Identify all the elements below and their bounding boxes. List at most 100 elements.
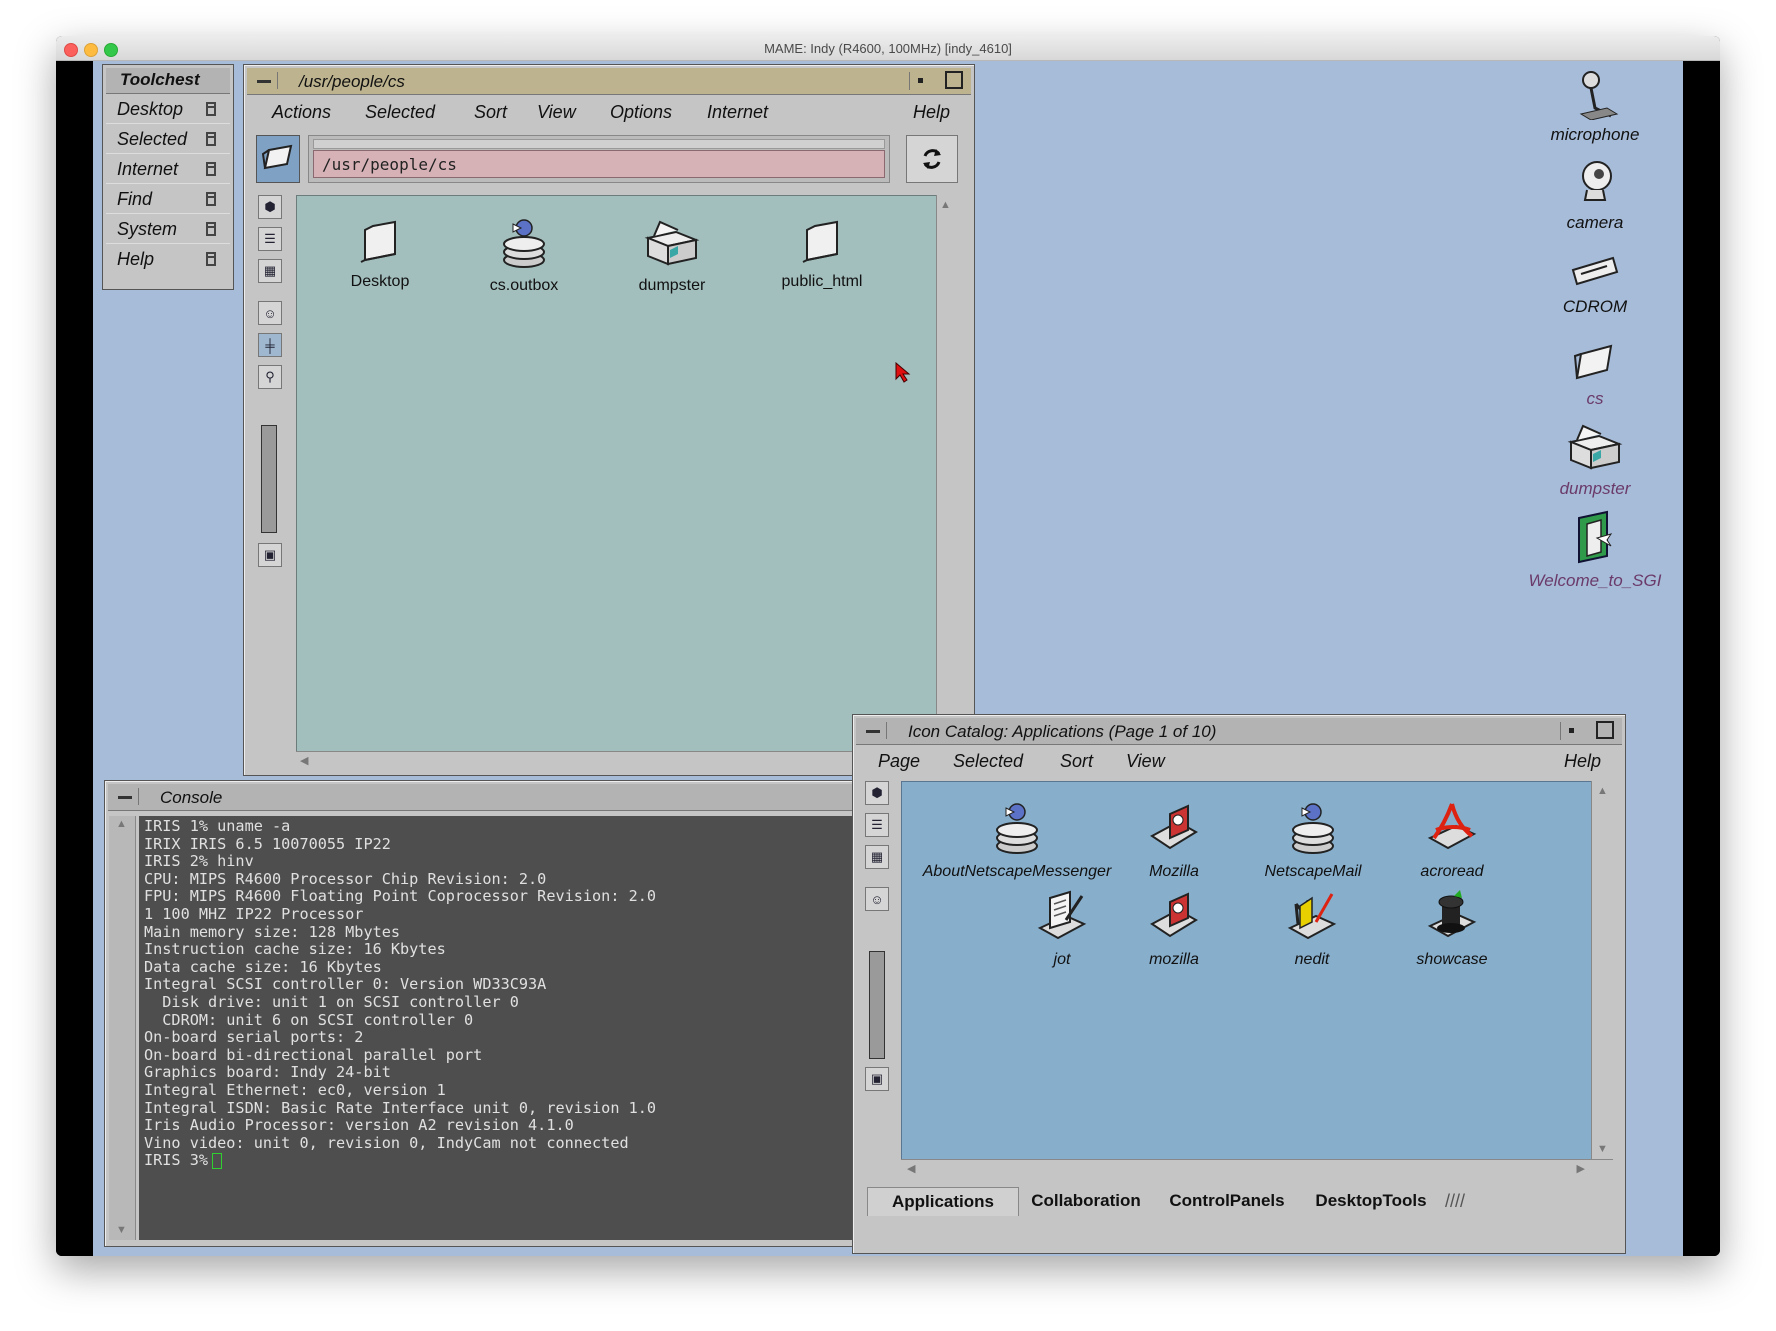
menu-sort[interactable]: Sort [474,102,507,123]
vertical-scrollbar[interactable]: ▲ ▼ [1591,781,1614,1159]
search-icon[interactable]: ⚲ [258,365,282,389]
menu-options[interactable]: Options [610,102,672,123]
console-titlebar[interactable]: Console [108,784,862,811]
menu-help[interactable]: Help [1564,751,1601,772]
zoom-slider[interactable] [261,425,277,533]
catalog-icon-mozilla-2[interactable]: mozilla [1124,888,1224,969]
folder-icon [802,220,838,263]
desktop-icon-cs[interactable]: cs [1540,334,1650,409]
toolchest-item-help[interactable]: Help [106,245,230,274]
catalog-icon-label: nedit [1294,951,1330,968]
minimize-button[interactable] [1560,722,1583,740]
tab-applications[interactable]: Applications [867,1187,1019,1216]
tab-desktoptools[interactable]: DesktopTools [1301,1187,1441,1215]
menu-view[interactable]: View [537,102,576,123]
catalog-tabs: Applications Collaboration ControlPanels… [857,1185,1621,1219]
menu-page[interactable]: Page [878,751,920,772]
menu-selected[interactable]: Selected [953,751,1023,772]
scroll-up-arrow[interactable]: ▲ [1597,785,1608,797]
catalog-icon-jot[interactable]: jot [1012,888,1112,969]
maximize-button[interactable] [945,71,963,89]
list-view-button[interactable]: ☰ [258,227,282,251]
submenu-icon [206,162,216,176]
catalog-icon-netscapemail[interactable]: NetscapeMail [1248,800,1378,881]
console-output[interactable]: IRIS 1% uname -a IRIX IRIS 6.5 10070055 I… [139,816,865,1240]
file-icon-dumpster[interactable]: dumpster [627,216,717,295]
icon-view-button[interactable]: ⬢ [258,195,282,219]
menu-help[interactable]: Help [913,102,950,123]
menu-selected[interactable]: Selected [365,102,435,123]
toolchest-item-label: Selected [117,129,188,149]
scroll-up-arrow[interactable]: ▲ [940,199,951,211]
scroll-down-arrow[interactable]: ▼ [116,1224,127,1236]
console-line: FPU: MIPS R4600 Floating Point Coprocess… [144,887,657,906]
catalog-icon-mozilla[interactable]: Mozilla [1124,800,1224,881]
open-folder-button[interactable] [256,135,300,183]
console-prompt-line[interactable]: IRIS 3% [144,1151,865,1170]
console-line: Integral SCSI controller 0: Version WD33… [144,975,547,994]
catalog-icon-acroread[interactable]: acroread [1402,800,1502,881]
icon-catalog-titlebar[interactable]: Icon Catalog: Applications (Page 1 of 10… [856,718,1622,745]
console-line: Integral Ethernet: ec0, version 1 [144,1080,446,1099]
shelf-button[interactable]: ▣ [865,1067,889,1091]
toolchest-item-system[interactable]: System [106,215,230,244]
horizontal-scrollbar[interactable]: ◀ ▶ [901,1159,1613,1180]
tab-collaboration[interactable]: Collaboration [1019,1187,1153,1215]
file-icon-desktop[interactable]: Desktop [335,216,425,291]
minimize-button[interactable] [909,72,932,90]
icon-catalog-window: Icon Catalog: Applications (Page 1 of 10… [852,714,1626,1254]
window-title: /usr/people/cs [299,72,405,91]
catalog-icon-nedit[interactable]: nedit [1262,888,1362,969]
file-view[interactable]: Desktop cs.outbox dumpster public_html [296,195,938,753]
catalog-view[interactable]: AboutNetscapeMessenger Mozilla NetscapeM… [901,781,1593,1161]
maximize-button[interactable] [1596,721,1614,739]
mouse-pointer-icon [895,362,911,383]
icon-view-button[interactable]: ⬢ [865,781,889,805]
face-view-button[interactable]: ☺ [865,887,889,911]
netscape-messenger-icon [996,803,1038,854]
toolchest-item-selected[interactable]: Selected [106,125,230,154]
face-view-button[interactable]: ☺ [258,301,282,325]
desktop-icon-cdrom[interactable]: CDROM [1540,248,1650,317]
menu-sort[interactable]: Sort [1060,751,1093,772]
toolchest-item-desktop[interactable]: Desktop [106,95,230,124]
toggle-button[interactable]: ╪ [258,333,282,357]
file-icon-public-html[interactable]: public_html [767,216,877,291]
file-manager-titlebar[interactable]: /usr/people/cs [247,68,971,95]
desktop-icon-microphone[interactable]: microphone [1540,68,1650,145]
refresh-button[interactable] [906,135,958,183]
toolchest-item-find[interactable]: Find [106,185,230,214]
scroll-down-arrow[interactable]: ▼ [1597,1143,1608,1155]
catalog-icon-showcase[interactable]: showcase [1402,888,1502,969]
desktop-icon-dumpster[interactable]: dumpster [1540,420,1650,499]
menu-actions[interactable]: Actions [272,102,331,123]
zoom-slider[interactable] [869,951,885,1059]
column-view-button[interactable]: ▦ [865,845,889,869]
column-view-button[interactable]: ▦ [258,259,282,283]
desktop-icon-camera[interactable]: camera [1540,156,1650,233]
file-icon-cs-outbox[interactable]: cs.outbox [479,216,569,295]
shelf-button[interactable]: ▣ [258,543,282,567]
window-menu-button[interactable] [860,722,887,739]
list-view-button[interactable]: ☰ [865,813,889,837]
window-menu-button[interactable] [251,72,278,89]
desktop-icon-welcome-to-sgi[interactable]: Welcome_to_SGI [1520,510,1670,591]
toolchest-item-label: Desktop [117,99,184,119]
path-history-strip[interactable] [313,139,885,149]
console-line: IRIX IRIS 6.5 10070055 IP22 [144,834,391,853]
window-menu-button[interactable] [112,788,139,805]
scroll-right-arrow[interactable]: ▶ [1577,1162,1585,1175]
scroll-left-arrow[interactable]: ◀ [907,1162,915,1175]
toolchest-item-internet[interactable]: Internet [106,155,230,184]
scroll-left-arrow[interactable]: ◀ [300,754,308,767]
file-manager-menubar: Actions Selected Sort View Options Inter… [247,98,971,126]
scroll-up-arrow[interactable]: ▲ [116,818,127,830]
path-input[interactable]: /usr/people/cs [313,150,885,178]
menu-view[interactable]: View [1126,751,1165,772]
tab-controlpanels[interactable]: ControlPanels [1157,1187,1297,1215]
menu-internet[interactable]: Internet [707,102,768,123]
catalog-icon-aboutnetscapemessenger[interactable]: AboutNetscapeMessenger [912,800,1122,881]
console-scrollbar[interactable]: ▲ ▼ [109,816,136,1240]
catalog-icon-label: showcase [1416,951,1488,968]
vertical-scrollbar[interactable]: ▲ [936,195,957,751]
